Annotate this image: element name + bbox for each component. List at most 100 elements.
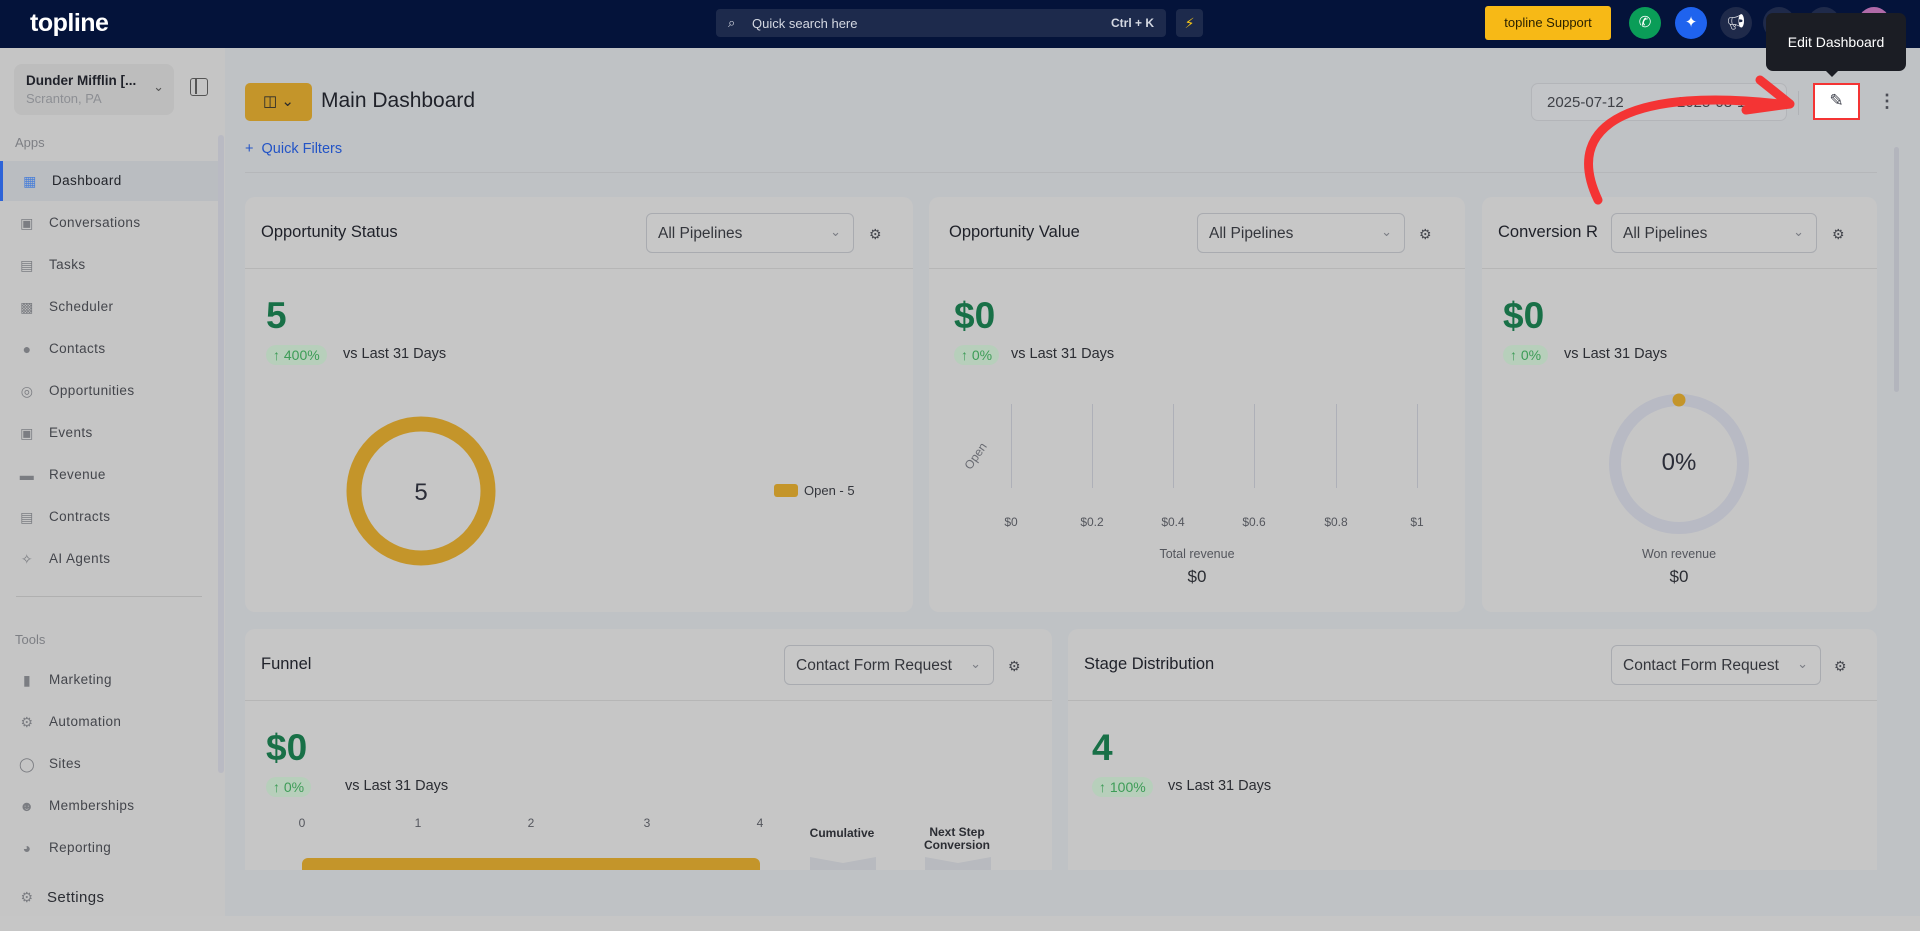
settings-gear-icon: ⚙ (20, 889, 34, 905)
gears-icon: ⚙ (20, 714, 34, 730)
donut-center-value: 5 (414, 479, 428, 506)
quick-filters-button[interactable]: + Quick Filters (245, 141, 342, 157)
sidebar-item-contacts[interactable]: ● Contacts (0, 329, 218, 369)
compare-label: vs Last 31 Days (343, 346, 447, 362)
opportunity-status-card: Opportunity Status All Pipelines ⌄ ⚙ 5 ↑ … (245, 197, 913, 612)
filter-settings-icon[interactable]: ⚙ (1832, 226, 1845, 243)
sidebar-item-events[interactable]: ▣ Events (0, 413, 218, 453)
sidebar-item-conversations[interactable]: ▣ Conversations (0, 203, 218, 243)
legend-label: Open - 5 (804, 483, 855, 498)
megaphone-icon: ▮ (22, 672, 32, 688)
edit-dashboard-button[interactable]: ✎ (1813, 83, 1860, 120)
date-start[interactable]: 2025-07-12 (1547, 94, 1624, 111)
support-button[interactable]: topline Support (1485, 6, 1611, 40)
x-tick: 0 (298, 816, 306, 830)
gridline (1011, 404, 1012, 488)
sidebar-item-sites[interactable]: ◯ Sites (0, 744, 218, 784)
sidebar-collapse-icon[interactable] (190, 78, 208, 96)
funnel-select[interactable]: Contact Form Request ⌄ (784, 645, 994, 685)
dashboard-switcher-button[interactable]: ◫ ⌄ (245, 83, 312, 121)
chevron-down-icon: ⌄ (153, 79, 164, 94)
sparkle-icon: ✧ (20, 551, 34, 567)
date-end[interactable]: 2025-08-11 (1677, 94, 1753, 111)
change-badge: ↑ 0% (266, 777, 312, 797)
card-title: Stage Distribution (1084, 655, 1215, 673)
x-tick: 3 (643, 816, 651, 830)
page-title: Main Dashboard (321, 89, 476, 112)
chevron-down-icon: ⌄ (1381, 224, 1392, 239)
search-placeholder: Quick search here (752, 16, 858, 31)
stage-distribution-card: Stage Distribution Contact Form Request ⌄… (1068, 629, 1877, 870)
funnel-bar[interactable] (302, 858, 760, 870)
main-scrollbar[interactable] (1894, 147, 1899, 392)
card-title: Opportunity Status (261, 223, 398, 241)
quick-search[interactable]: ⌕ Quick search here Ctrl + K (716, 9, 1166, 37)
ai-sparkle-icon[interactable]: ✦ (1675, 7, 1707, 39)
tools-heading: Tools (15, 632, 46, 647)
cumulative-chevron (810, 857, 876, 870)
layout-icon: ◫ ⌄ (263, 93, 294, 110)
x-tick: $0 (1004, 515, 1018, 529)
sidebar-item-automation[interactable]: ⚙ Automation (0, 702, 218, 742)
account-switcher[interactable]: Dunder Mifflin [... Scranton, PA ⌄ (14, 64, 174, 115)
next-step-header: Next Step Conversion (923, 825, 990, 852)
arrow-right-icon: → (1654, 93, 1669, 110)
pipeline-select[interactable]: All Pipelines ⌄ (646, 213, 854, 253)
x-tick: 2 (527, 816, 535, 830)
sidebar-item-tasks[interactable]: ▤ Tasks (0, 245, 218, 285)
chevron-down-icon: ⌄ (970, 656, 981, 671)
filter-settings-icon[interactable]: ⚙ (1834, 658, 1847, 675)
change-badge: ↑ 100% (1092, 777, 1153, 797)
filter-settings-icon[interactable]: ⚙ (1419, 226, 1432, 243)
stage-select[interactable]: Contact Form Request ⌄ (1611, 645, 1821, 685)
person-icon: ● (22, 341, 32, 357)
gridline (1173, 404, 1174, 488)
won-revenue-value: $0 (1669, 567, 1689, 586)
x-tick: $1 (1410, 515, 1424, 529)
conversion-rate-card: Conversion R All Pipelines ⌄ ⚙ $0 ↑ 0% vs… (1482, 197, 1877, 612)
announcement-icon[interactable]: 📢︎ (1720, 7, 1752, 39)
compare-label: vs Last 31 Days (1564, 346, 1668, 362)
date-range-picker[interactable]: 2025-07-12 → 2025-08-11 (1531, 83, 1787, 121)
footer-band (0, 916, 1920, 931)
card-title: Conversion R (1498, 223, 1598, 241)
x-tick: $0.8 (1324, 515, 1348, 529)
pipeline-select[interactable]: All Pipelines ⌄ (1197, 213, 1405, 253)
pie-icon: ◕ (22, 840, 32, 856)
category-label: Open (961, 439, 990, 473)
sidebar-item-dashboard[interactable]: ▦ Dashboard (0, 161, 218, 201)
sidebar-item-contracts[interactable]: ▤ Contracts (0, 497, 218, 537)
sidebar-item-opportunities[interactable]: ◎ Opportunities (0, 371, 218, 411)
lightning-icon[interactable]: ⚡︎ (1176, 9, 1203, 37)
sidebar-item-settings[interactable]: ⚙ Settings (0, 877, 218, 917)
target-icon: ◎ (20, 383, 34, 399)
gridline (1092, 404, 1093, 488)
next-step-chevron (925, 857, 991, 870)
gridline (1336, 404, 1337, 488)
sidebar-item-reporting[interactable]: ◕ Reporting (0, 828, 218, 868)
pipeline-select[interactable]: All Pipelines ⌄ (1611, 213, 1817, 253)
topline-logo[interactable]: topline (30, 9, 109, 38)
account-name: Dunder Mifflin [... (26, 73, 137, 88)
account-location: Scranton, PA (26, 91, 102, 106)
funnel-card: Funnel Contact Form Request ⌄ ⚙ $0 ↑ 0% v… (245, 629, 1052, 870)
card-title: Opportunity Value (949, 223, 1080, 241)
sidebar-item-marketing[interactable]: ▮ Marketing (0, 660, 218, 700)
filter-settings-icon[interactable]: ⚙ (1008, 658, 1021, 675)
more-options-icon[interactable]: ⋮ (1878, 91, 1896, 112)
pencil-icon: ✎ (1829, 91, 1844, 110)
sidebar-item-revenue[interactable]: ▬ Revenue (0, 455, 218, 495)
won-revenue-label: Won revenue (1641, 547, 1717, 561)
legend-swatch (774, 484, 798, 497)
filter-settings-icon[interactable]: ⚙ (869, 226, 882, 243)
compare-label: vs Last 31 Days (1011, 346, 1115, 362)
gridline (1417, 404, 1418, 488)
cumulative-header: Cumulative (809, 826, 875, 840)
sidebar-item-ai-agents[interactable]: ✧ AI Agents (0, 539, 218, 579)
phone-icon[interactable]: ✆ (1629, 7, 1661, 39)
sidebar-item-scheduler[interactable]: ▩ Scheduler (0, 287, 218, 327)
dashboard-icon: ▦ (23, 173, 37, 189)
sidebar-scrollbar[interactable] (218, 135, 224, 773)
sidebar-item-memberships[interactable]: ☻ Memberships (0, 786, 218, 826)
plus-icon: + (245, 141, 262, 157)
